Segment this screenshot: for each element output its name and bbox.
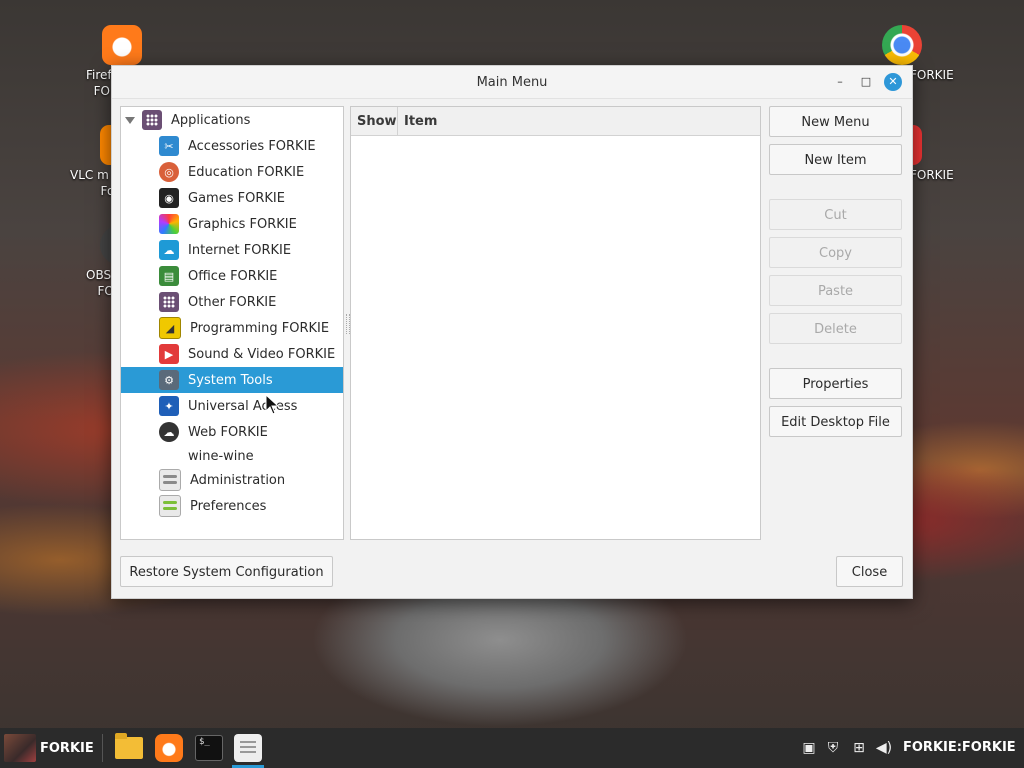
- window-title: Main Menu: [476, 75, 548, 90]
- close-button[interactable]: Close: [836, 556, 903, 587]
- column-header-show[interactable]: Show: [351, 107, 398, 135]
- tree-item-label: Accessories FORKIE: [188, 138, 316, 154]
- volume-tray-icon[interactable]: ◀): [873, 728, 895, 768]
- system-tools-icon: ⚙: [159, 370, 179, 390]
- blank-icon: [159, 446, 179, 466]
- preferences-icon: [159, 495, 181, 517]
- new-item-button[interactable]: New Item: [769, 144, 902, 175]
- start-menu-button[interactable]: FORKIE: [0, 728, 100, 768]
- user-session-label[interactable]: FORKIE:FORKIE: [903, 740, 1016, 755]
- tree-item-label: Education FORKIE: [188, 164, 305, 180]
- minimize-button[interactable]: –: [832, 74, 848, 90]
- taskbar-firefox-button[interactable]: [153, 732, 185, 764]
- tree-item-label: Games FORKIE: [188, 190, 285, 206]
- tree-item-programming[interactable]: ◢ Programming FORKIE: [121, 315, 343, 341]
- tree-root-applications[interactable]: Applications: [121, 107, 343, 133]
- firefox-icon: [155, 734, 183, 762]
- network-tray-icon[interactable]: ⊞: [848, 728, 870, 768]
- terminal-icon: $_: [195, 735, 223, 761]
- internet-icon: ☁: [159, 240, 179, 260]
- administration-icon: [159, 469, 181, 491]
- other-icon: [159, 292, 179, 312]
- tree-item-preferences[interactable]: Preferences: [121, 493, 343, 519]
- titlebar[interactable]: Main Menu – □ ✕: [112, 66, 912, 99]
- tree-item-other[interactable]: Other FORKIE: [121, 289, 343, 315]
- tree-root-label: Applications: [171, 112, 251, 128]
- web-icon: ☁: [159, 422, 179, 442]
- expander-icon[interactable]: [125, 116, 135, 124]
- items-list-header: Show Item: [351, 107, 760, 136]
- programming-icon: ◢: [159, 317, 181, 339]
- tree-item-office[interactable]: ▤ Office FORKIE: [121, 263, 343, 289]
- tree-item-web[interactable]: ☁ Web FORKIE: [121, 419, 343, 445]
- tree-item-graphics[interactable]: Graphics FORKIE: [121, 211, 343, 237]
- tree-item-label: wine-wine: [188, 448, 254, 464]
- games-icon: ◉: [159, 188, 179, 208]
- universal-access-icon: ✦: [159, 396, 179, 416]
- taskbar: FORKIE $_ ▣ ⛨ ⊞ ◀) FORKIE:FORKIE: [0, 728, 1024, 768]
- folder-icon: [115, 733, 143, 759]
- tree-item-label: Office FORKIE: [188, 268, 278, 284]
- taskbar-separator: [102, 734, 103, 762]
- tree-item-education[interactable]: ◎ Education FORKIE: [121, 159, 343, 185]
- graphics-icon: [159, 214, 179, 234]
- tree-item-label: System Tools: [188, 372, 273, 388]
- edit-desktop-file-button[interactable]: Edit Desktop File: [769, 406, 902, 437]
- tree-item-games[interactable]: ◉ Games FORKIE: [121, 185, 343, 211]
- start-thumbnail-icon: [4, 734, 36, 762]
- start-label: FORKIE: [40, 740, 94, 756]
- tree-item-label: Internet FORKIE: [188, 242, 292, 258]
- tree-item-label: Administration: [190, 472, 286, 488]
- education-icon: ◎: [159, 162, 179, 182]
- tree-item-wine[interactable]: wine-wine: [121, 445, 343, 467]
- firefox-icon: [102, 25, 142, 65]
- chrome-icon: [882, 25, 922, 65]
- delete-button[interactable]: Delete: [769, 313, 902, 344]
- properties-button[interactable]: Properties: [769, 368, 902, 399]
- office-icon: ▤: [159, 266, 179, 286]
- tree-item-label: Other FORKIE: [188, 294, 277, 310]
- accessories-icon: ✂: [159, 136, 179, 156]
- taskbar-files-button[interactable]: [113, 732, 145, 764]
- menu-tree[interactable]: Applications ✂ Accessories FORKIE ◎ Educ…: [120, 106, 344, 540]
- shield-tray-icon[interactable]: ⛨: [822, 728, 844, 768]
- tree-item-label: Preferences: [190, 498, 267, 514]
- tree-item-label: Sound & Video FORKIE: [188, 346, 336, 362]
- tree-item-system-tools[interactable]: ⚙ System Tools: [121, 367, 343, 393]
- tree-item-accessories[interactable]: ✂ Accessories FORKIE: [121, 133, 343, 159]
- paste-button[interactable]: Paste: [769, 275, 902, 306]
- copy-button[interactable]: Copy: [769, 237, 902, 268]
- tree-item-sound-video[interactable]: ▶ Sound & Video FORKIE: [121, 341, 343, 367]
- column-header-item[interactable]: Item: [398, 107, 760, 135]
- tree-item-internet[interactable]: ☁ Internet FORKIE: [121, 237, 343, 263]
- close-window-button[interactable]: ✕: [884, 73, 902, 91]
- menu-items-list[interactable]: Show Item: [350, 106, 761, 540]
- clipboard-tray-icon[interactable]: ▣: [798, 728, 820, 768]
- main-menu-app-icon: [234, 734, 262, 762]
- cut-button[interactable]: Cut: [769, 199, 902, 230]
- taskbar-main-menu-button[interactable]: [232, 732, 264, 768]
- main-menu-window: Main Menu – □ ✕ Applications ✂ Accessori…: [111, 65, 913, 599]
- new-menu-button[interactable]: New Menu: [769, 106, 902, 137]
- tree-item-universal-access[interactable]: ✦ Universal Access: [121, 393, 343, 419]
- applications-icon: [142, 110, 162, 130]
- sound-video-icon: ▶: [159, 344, 179, 364]
- restore-system-configuration-button[interactable]: Restore System Configuration: [120, 556, 333, 587]
- maximize-button[interactable]: □: [858, 74, 874, 90]
- tree-item-administration[interactable]: Administration: [121, 467, 343, 493]
- tree-item-label: Programming FORKIE: [190, 320, 330, 336]
- taskbar-terminal-button[interactable]: $_: [193, 732, 225, 764]
- tree-item-label: Graphics FORKIE: [188, 216, 297, 232]
- tree-item-label: Web FORKIE: [188, 424, 268, 440]
